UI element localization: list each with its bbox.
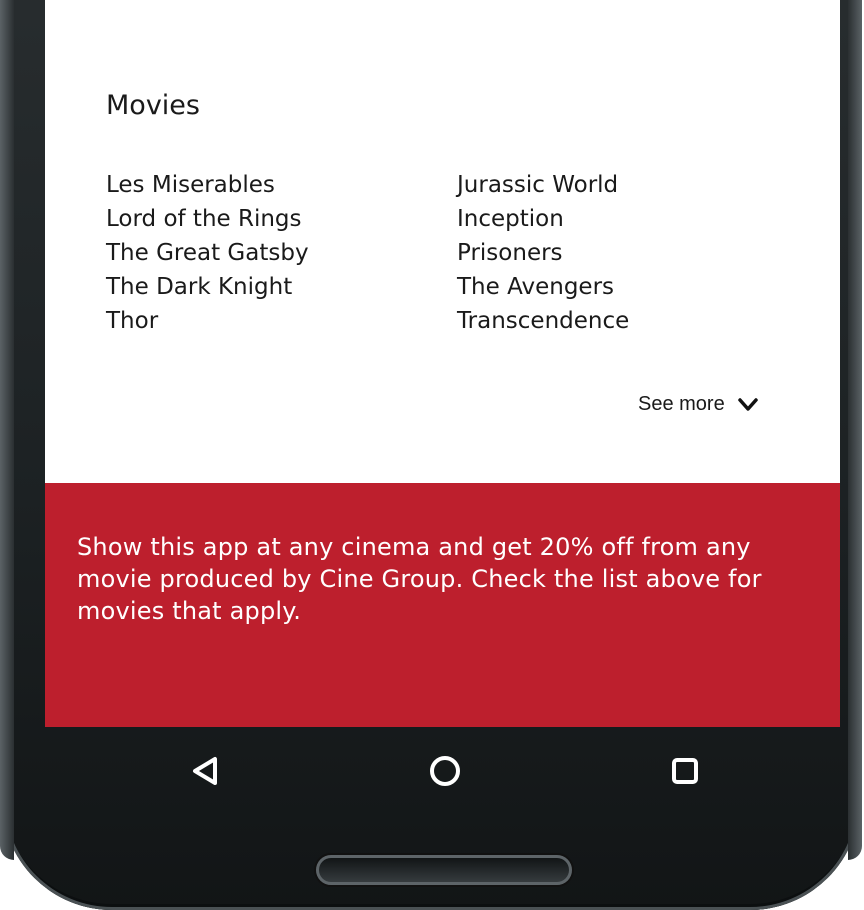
- movie-item[interactable]: Les Miserables: [106, 168, 309, 202]
- promo-text: Show this app at any cinema and get 20% …: [77, 533, 762, 625]
- chevron-down-icon: [737, 397, 758, 411]
- movie-list-left: Les Miserables Lord of the Rings The Gre…: [106, 168, 309, 338]
- movie-item[interactable]: The Great Gatsby: [106, 236, 309, 270]
- phone-edge-right: [848, 0, 862, 860]
- phone-device: Movies Les Miserables Lord of the Rings …: [0, 0, 864, 910]
- movie-item[interactable]: The Dark Knight: [106, 270, 309, 304]
- android-navigation-bar: [45, 727, 840, 817]
- see-more-button[interactable]: See more: [638, 393, 759, 416]
- movie-item[interactable]: Transcendence: [457, 304, 629, 338]
- phone-edge-left: [0, 0, 14, 860]
- movie-item[interactable]: Thor: [106, 304, 309, 338]
- movie-item[interactable]: Prisoners: [457, 236, 629, 270]
- back-triangle-icon: [193, 757, 217, 785]
- movie-list-right: Jurassic World Inception Prisoners The A…: [457, 168, 629, 338]
- movie-item[interactable]: Lord of the Rings: [106, 202, 309, 236]
- movie-item[interactable]: Inception: [457, 202, 629, 236]
- app-screen: Movies Les Miserables Lord of the Rings …: [45, 0, 840, 727]
- home-button[interactable]: [423, 749, 467, 793]
- home-circle-icon: [430, 756, 460, 786]
- phone-speaker-grille: [316, 855, 572, 885]
- movie-item[interactable]: Jurassic World: [457, 168, 629, 202]
- recents-button[interactable]: [663, 749, 707, 793]
- movie-item[interactable]: The Avengers: [457, 270, 629, 304]
- promo-banner: Show this app at any cinema and get 20% …: [45, 483, 840, 727]
- see-more-label: See more: [638, 393, 725, 415]
- back-button[interactable]: [183, 749, 227, 793]
- recents-square-icon: [672, 758, 698, 784]
- movies-section-title: Movies: [106, 90, 200, 121]
